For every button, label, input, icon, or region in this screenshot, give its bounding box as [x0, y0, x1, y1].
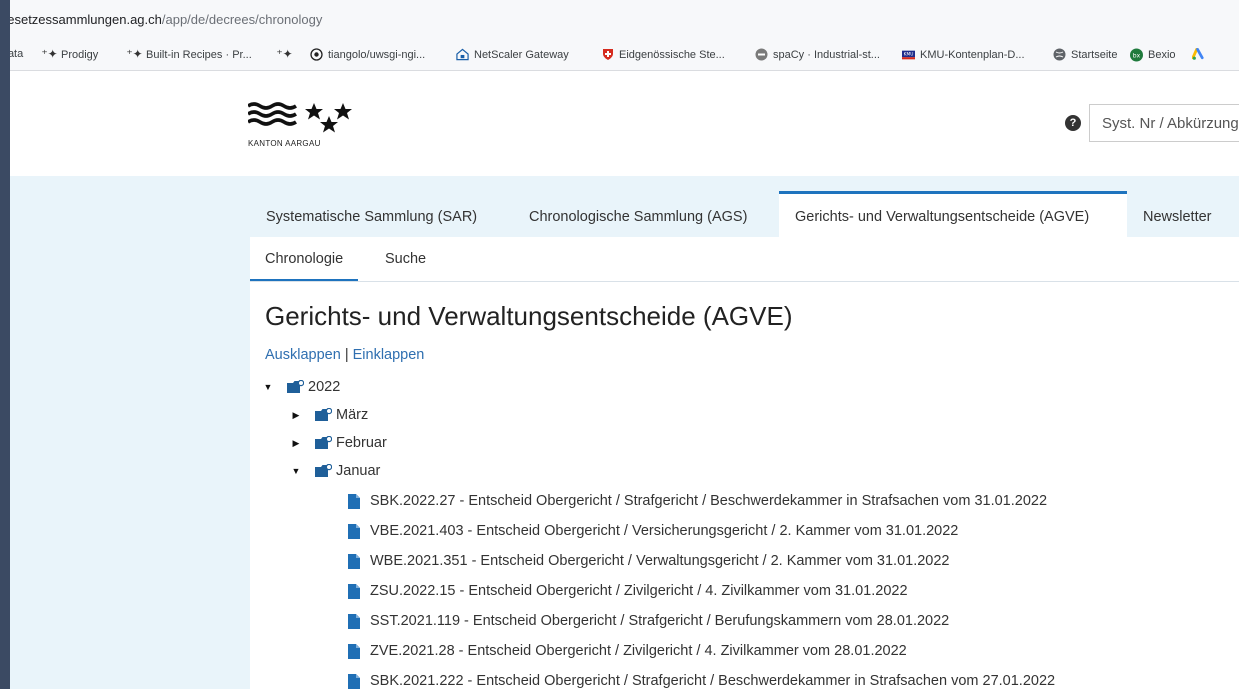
- logo-text: KANTON AARGAU: [248, 139, 321, 148]
- document-icon: [348, 613, 360, 629]
- expand-collapse-links: Ausklappen | Einklappen: [265, 347, 424, 363]
- expand-all-link[interactable]: Ausklappen: [265, 347, 341, 363]
- decree-link[interactable]: WBE.2021.351 - Entscheid Obergericht / V…: [370, 553, 950, 569]
- lock-house-icon: [456, 48, 469, 61]
- bookmark-label: KMU-Kontenplan-D...: [920, 48, 1025, 61]
- tree-node-label: 2022: [308, 379, 341, 395]
- decree-link[interactable]: ZVE.2021.28 - Entscheid Obergericht / Zi…: [370, 643, 907, 659]
- decree-link[interactable]: SST.2021.119 - Entscheid Obergericht / S…: [370, 613, 949, 629]
- document-icon: [348, 493, 360, 509]
- spacy-icon: [755, 48, 768, 61]
- bookmark-label: Bexio: [1148, 48, 1176, 61]
- bookmark-netscaler[interactable]: NetScaler Gateway: [456, 48, 569, 61]
- tree-node-label: März: [336, 407, 369, 423]
- content-panel: Chronologie Suche Gerichts- und Verwaltu…: [250, 237, 1239, 689]
- bookmark-label: NetScaler Gateway: [474, 48, 569, 61]
- tree-node-februar[interactable]: ▶ Februar: [290, 435, 387, 451]
- bookmark-startseite[interactable]: Startseite: [1053, 48, 1117, 61]
- tab-chronologie[interactable]: Chronologie: [250, 237, 359, 281]
- page-title: Gerichts- und Verwaltungsentscheide (AGV…: [265, 301, 793, 331]
- link-separator: |: [344, 347, 349, 363]
- document-icon: [348, 583, 360, 599]
- tree-node-label: Februar: [336, 435, 387, 451]
- bookmark-label: Prodigy: [61, 48, 99, 61]
- bookmark-label: Eidgenössische Ste...: [619, 48, 725, 61]
- help-icon[interactable]: ?: [1065, 115, 1081, 131]
- bookmark-label: Startseite: [1071, 48, 1118, 61]
- decree-entry[interactable]: SST.2021.119 - Entscheid Obergericht / S…: [348, 613, 949, 629]
- tab-newsletter[interactable]: Newsletter: [1127, 191, 1228, 237]
- bexio-icon: bx: [1130, 48, 1143, 61]
- google-ads-icon: [1192, 48, 1205, 61]
- browser-window: gesetzessammlungen.ag.ch/app/de/decrees/…: [10, 0, 1239, 689]
- url-path: /app/de/decrees/chronology: [161, 12, 323, 27]
- globe-icon: [1053, 48, 1066, 61]
- bookmark-label: tiangolo/uwsgi-ngi...: [328, 48, 426, 61]
- search-input[interactable]: [1089, 104, 1239, 142]
- decree-entry[interactable]: SBK.2021.222 - Entscheid Obergericht / S…: [348, 673, 1055, 689]
- bookmark-label: Built-in Recipes · Pr...: [146, 48, 252, 61]
- decree-entry[interactable]: SBK.2022.27 - Entscheid Obergericht / St…: [348, 493, 1047, 509]
- decree-link[interactable]: VBE.2021.403 - Entscheid Obergericht / V…: [370, 523, 958, 539]
- bookmark-kmu[interactable]: KMU KMU-Kontenplan-D...: [902, 48, 1025, 61]
- bookmark-bexio[interactable]: bx Bexio: [1130, 48, 1176, 61]
- bookmark-eidgenoessische[interactable]: Eidgenössische Ste...: [601, 48, 725, 61]
- svg-text:KMU: KMU: [904, 51, 914, 57]
- bookmark-label: Data: [10, 48, 24, 60]
- tree-node-maerz[interactable]: ▶ März: [290, 407, 369, 423]
- url-host: gesetzessammlungen.ag.ch: [10, 12, 162, 27]
- decree-entry[interactable]: VBE.2021.403 - Entscheid Obergericht / V…: [348, 523, 958, 539]
- sparkle-icon: ⁺✦: [41, 47, 58, 61]
- bookmark-built-in-recipes[interactable]: ⁺✦ Built-in Recipes · Pr...: [126, 47, 252, 61]
- caret-right-icon[interactable]: ▶: [290, 438, 302, 449]
- document-icon: [348, 523, 360, 539]
- decree-link[interactable]: SBK.2022.27 - Entscheid Obergericht / St…: [370, 493, 1047, 509]
- document-icon: [348, 643, 360, 659]
- bookmark-prodigy[interactable]: ⁺✦ Prodigy: [41, 47, 99, 61]
- bookmark-spacy[interactable]: spaCy · Industrial-st...: [755, 48, 880, 61]
- tab-systematische-sammlung[interactable]: Systematische Sammlung (SAR): [250, 191, 493, 237]
- decree-link[interactable]: ZSU.2022.15 - Entscheid Obergericht / Zi…: [370, 583, 908, 599]
- url-text[interactable]: gesetzessammlungen.ag.ch/app/de/decrees/…: [10, 12, 322, 27]
- bookmark-tiangolo[interactable]: tiangolo/uwsgi-ngi...: [310, 48, 425, 61]
- folder-icon: [287, 380, 304, 393]
- sparkle-icon: ⁺✦: [126, 47, 143, 61]
- kmu-icon: KMU: [902, 48, 915, 61]
- caret-down-icon[interactable]: ▼: [262, 382, 274, 392]
- tab-agve[interactable]: Gerichts- und Verwaltungsentscheide (AGV…: [779, 191, 1127, 237]
- document-icon: [348, 553, 360, 569]
- tree-node-year[interactable]: ▼ 2022: [262, 379, 341, 395]
- tree-node-januar[interactable]: ▼ Januar: [290, 463, 381, 479]
- svg-text:bx: bx: [1133, 52, 1141, 59]
- bookmarks-bar: Data ⁺✦ Prodigy ⁺✦ Built-in Recipes · Pr…: [10, 40, 1239, 71]
- tab-suche[interactable]: Suche: [370, 237, 441, 281]
- bookmark-label: spaCy · Industrial-st...: [773, 48, 880, 61]
- bookmark-data[interactable]: Data: [10, 48, 23, 60]
- sub-navigation: Chronologie Suche: [250, 237, 1239, 282]
- kanton-aargau-logo[interactable]: KANTON AARGAU: [247, 99, 360, 148]
- sparkle-icon: ⁺✦: [276, 47, 293, 61]
- document-icon: [348, 673, 360, 689]
- decree-link[interactable]: SBK.2021.222 - Entscheid Obergericht / S…: [370, 673, 1055, 689]
- folder-icon: [315, 436, 332, 449]
- caret-right-icon[interactable]: ▶: [290, 410, 302, 421]
- decree-entry[interactable]: ZVE.2021.28 - Entscheid Obergericht / Zi…: [348, 643, 907, 659]
- site-header: KANTON AARGAU ?: [10, 71, 1239, 176]
- tab-chronologische-sammlung[interactable]: Chronologische Sammlung (AGS): [513, 191, 763, 237]
- decree-entry[interactable]: ZSU.2022.15 - Entscheid Obergericht / Zi…: [348, 583, 908, 599]
- bookmark-sparkle[interactable]: ⁺✦: [276, 47, 296, 61]
- decree-entry[interactable]: WBE.2021.351 - Entscheid Obergericht / V…: [348, 553, 950, 569]
- folder-icon: [315, 464, 332, 477]
- folder-icon: [315, 408, 332, 421]
- address-bar[interactable]: gesetzessammlungen.ag.ch/app/de/decrees/…: [10, 0, 1239, 41]
- swiss-shield-icon: [601, 48, 614, 61]
- bookmark-google-ads[interactable]: [1192, 48, 1205, 61]
- collapse-all-link[interactable]: Einklappen: [353, 347, 425, 363]
- aargau-coat-of-arms-icon: [247, 102, 352, 133]
- main-area: Systematische Sammlung (SAR) Chronologis…: [10, 176, 1239, 689]
- tree-node-label: Januar: [336, 463, 381, 479]
- github-icon: [310, 48, 323, 61]
- caret-down-icon[interactable]: ▼: [290, 466, 302, 476]
